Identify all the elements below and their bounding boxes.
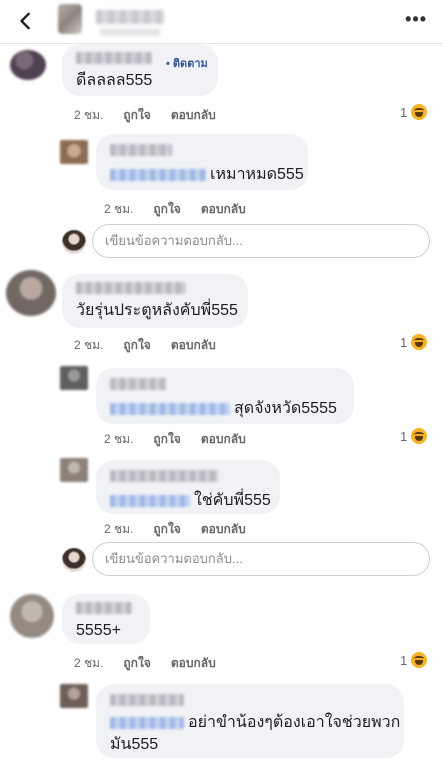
commenter-name-redacted[interactable]	[76, 602, 132, 614]
like-button[interactable]: ถูกใจ	[123, 336, 150, 355]
header-name-redacted[interactable]	[96, 10, 164, 24]
comment-bubble: วัยรุ่นประตูหลังคับพี่555	[62, 274, 248, 328]
reaction-number: 1	[400, 428, 408, 444]
reaction-count[interactable]: 1	[400, 334, 428, 350]
reply-button[interactable]: ตอบกลับ	[201, 520, 246, 539]
avatar[interactable]	[60, 140, 88, 164]
haha-icon	[411, 428, 428, 444]
mention-tag-redacted[interactable]	[110, 168, 206, 181]
reply-button[interactable]: ตอบกลับ	[171, 106, 216, 125]
comment-text: 5555+	[76, 622, 121, 639]
more-options-button[interactable]: •••	[405, 10, 427, 28]
like-button[interactable]: ถูกใจ	[153, 520, 180, 539]
reply-text: สุดจังหวัด5555	[234, 400, 337, 417]
comment-actions: 2 ชม. ถูกใจ ตอบกลับ	[74, 654, 216, 673]
avatar[interactable]	[10, 50, 46, 80]
like-button[interactable]: ถูกใจ	[153, 430, 180, 449]
reaction-number: 1	[400, 104, 408, 120]
mention-tag-redacted[interactable]	[110, 402, 230, 415]
commenter-name-redacted[interactable]	[110, 470, 218, 482]
reply-button[interactable]: ตอบกลับ	[171, 654, 216, 673]
commenter-name-redacted[interactable]	[110, 378, 166, 390]
reaction-number: 1	[400, 652, 408, 668]
reply-text: ใช่คับพี่555	[194, 492, 271, 509]
mention-tag-redacted[interactable]	[110, 494, 190, 507]
comment-actions: 2 ชม. ถูกใจ ตอบกลับ	[74, 106, 216, 125]
commenter-name-redacted[interactable]	[110, 694, 184, 706]
comment-actions: 2 ชม. ถูกใจ ตอบกลับ	[74, 336, 216, 355]
timestamp: 2 ชม.	[104, 522, 134, 536]
header-avatar[interactable]	[58, 4, 82, 34]
comment-bubble: 5555+	[62, 594, 150, 644]
timestamp: 2 ชม.	[74, 108, 104, 122]
comment-text: วัยรุ่นประตูหลังคับพี่555	[76, 302, 238, 319]
reaction-count[interactable]: 1	[400, 428, 428, 444]
my-avatar	[62, 548, 86, 572]
avatar[interactable]	[60, 684, 88, 708]
timestamp: 2 ชม.	[74, 656, 104, 670]
avatar[interactable]	[6, 270, 56, 316]
reply-bubble: สุดจังหวัด5555	[96, 368, 354, 424]
mention-tag-redacted[interactable]	[110, 716, 184, 729]
timestamp: 2 ชม.	[74, 338, 104, 352]
reply-text: เหมาหมด555	[210, 166, 304, 183]
top-bar: •••	[0, 0, 443, 44]
reply-actions: 2 ชม. ถูกใจ ตอบกลับ	[104, 520, 246, 539]
like-button[interactable]: ถูกใจ	[123, 654, 150, 673]
timestamp: 2 ชม.	[104, 432, 134, 446]
avatar[interactable]	[60, 458, 88, 482]
reply-text-line2: มัน555	[110, 736, 159, 753]
back-arrow-icon	[20, 12, 30, 30]
commenter-name-redacted[interactable]	[110, 144, 172, 156]
header-subtitle-redacted	[100, 28, 160, 36]
reaction-count[interactable]: 1	[400, 652, 428, 668]
commenter-name-redacted[interactable]	[76, 282, 186, 294]
comment-text: ดีลลลล555	[76, 72, 153, 89]
my-avatar	[62, 230, 86, 254]
reply-button[interactable]: ตอบกลับ	[201, 200, 246, 219]
reply-bubble: ใช่คับพี่555	[96, 460, 280, 514]
reply-actions: 2 ชม. ถูกใจ ตอบกลับ	[104, 430, 246, 449]
timestamp: 2 ชม.	[104, 202, 134, 216]
reply-input[interactable]: เขียนข้อความตอบกลับ...	[92, 224, 430, 258]
back-button[interactable]	[12, 6, 40, 36]
reply-text-line1: อย่าขำน้องๆต้องเอาใจช่วยพวก	[188, 714, 401, 731]
commenter-name-redacted[interactable]	[76, 52, 152, 64]
avatar[interactable]	[10, 594, 54, 638]
avatar[interactable]	[60, 366, 88, 390]
reaction-count[interactable]: 1	[400, 104, 428, 120]
reply-actions: 2 ชม. ถูกใจ ตอบกลับ	[104, 200, 246, 219]
like-button[interactable]: ถูกใจ	[153, 200, 180, 219]
reply-button[interactable]: ตอบกลับ	[201, 430, 246, 449]
follow-link[interactable]: • ติดตาม	[166, 54, 208, 72]
haha-icon	[411, 652, 428, 668]
reply-input[interactable]: เขียนข้อความตอบกลับ...	[92, 542, 430, 576]
like-button[interactable]: ถูกใจ	[123, 106, 150, 125]
haha-icon	[411, 334, 428, 350]
reaction-number: 1	[400, 334, 408, 350]
haha-icon	[411, 104, 428, 120]
reply-button[interactable]: ตอบกลับ	[171, 336, 216, 355]
reply-bubble: อย่าขำน้องๆต้องเอาใจช่วยพวก มัน555	[96, 684, 404, 758]
reply-bubble: เหมาหมด555	[96, 134, 308, 190]
